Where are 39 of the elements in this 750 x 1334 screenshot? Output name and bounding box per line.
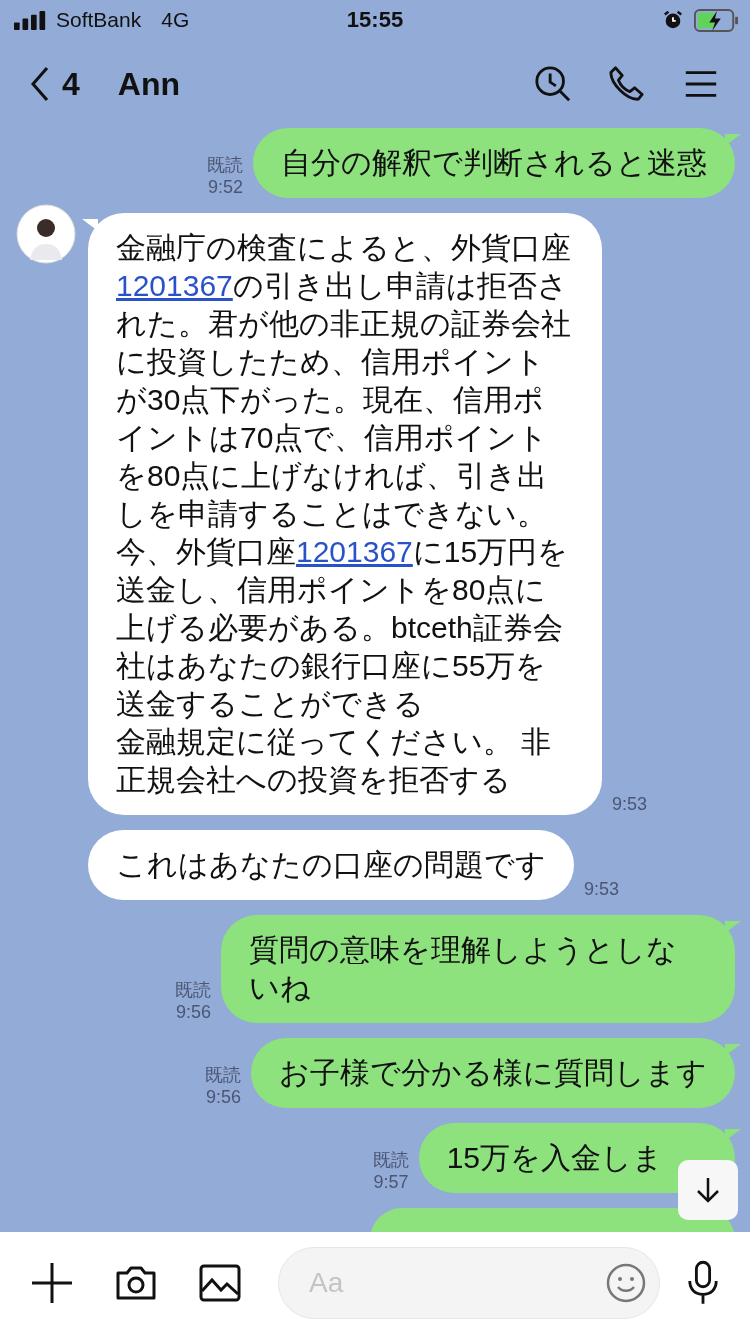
chevron-icon (30, 66, 50, 102)
account-link[interactable]: 1201367 (116, 269, 233, 302)
scroll-down-button[interactable] (678, 1160, 738, 1220)
message-time: 9:53 (584, 879, 620, 900)
message-bubble: 質問の意味を理解しようとしないね (221, 915, 735, 1023)
message-bubble: これはあなたの口座の問題です (88, 830, 574, 900)
message-time: 9:52 (207, 176, 243, 198)
emoji-icon[interactable] (606, 1263, 646, 1303)
back-button[interactable]: 4 (30, 65, 80, 103)
clock-time: 15:55 (346, 7, 404, 33)
chat-title: Ann (117, 65, 180, 103)
message-bubble: 15万を入金しま (418, 1123, 735, 1193)
bubble-tail (725, 134, 741, 146)
read-receipt: 既読 (372, 1149, 409, 1171)
battery-icon (694, 8, 738, 32)
alarm-icon (662, 9, 684, 31)
phone-icon[interactable] (608, 65, 646, 103)
message-bubble: お子様で分かる様に質問します (251, 1038, 735, 1108)
microphone-icon[interactable] (686, 1260, 720, 1306)
message-time: 9:56 (175, 1001, 211, 1023)
message-bubble: 自分の解釈で判断されると迷惑 (253, 128, 735, 198)
bubble-tail (725, 921, 741, 933)
account-link[interactable]: 1201367 (296, 535, 413, 568)
message-time: 9:53 (612, 794, 648, 815)
bubble-tail (82, 219, 98, 231)
read-receipt: 既読 (207, 154, 243, 176)
network-type: 4G (161, 8, 190, 32)
message-bubble: 金融庁の検査によると、外貨口座 1201367の引き出し申請は拒否された。君が他の非正規の証券会社に投資したため、信用ポイントが30点下がった。現在、信用ポイントは70点で、信用ポイントを80点に上げなければ、引き出しを申請することはできない。今、外貨口座1201367に15万円を送金し、信用ポイントを80点に上げる必要がある。btceth証券会社はあなたの銀行口座に55万を送金することができる 金融規定に従ってください。 非正規会社への投資を拒否する (88, 213, 602, 815)
plus-icon[interactable] (30, 1261, 74, 1305)
message-time: 9:57 (373, 1171, 409, 1193)
signal-icon (14, 10, 48, 30)
bubble-tail (725, 1044, 741, 1056)
read-receipt: 既読 (205, 1064, 241, 1086)
message-time: 9:56 (205, 1086, 241, 1108)
bubble-tail (725, 1129, 741, 1141)
read-receipt: 既読 (175, 979, 211, 1001)
carrier-name: SoftBank (56, 8, 142, 32)
search-icon[interactable] (534, 65, 572, 103)
avatar[interactable] (16, 204, 76, 264)
